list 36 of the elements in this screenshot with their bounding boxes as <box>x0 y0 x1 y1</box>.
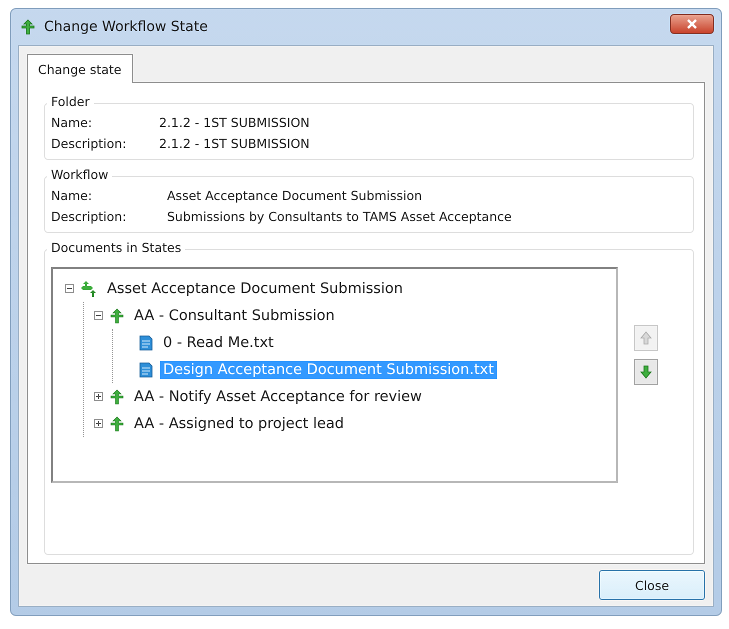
state-icon <box>109 416 125 432</box>
move-down-button[interactable] <box>634 359 658 385</box>
close-icon <box>686 19 698 29</box>
field-value: Submissions by Consultants to TAMS Asset Acceptance <box>167 209 513 224</box>
workflow-icon <box>80 280 98 296</box>
tab[interactable]: Change state <box>27 54 132 83</box>
group-title: Workflow <box>47 167 112 182</box>
group-title: Folder <box>47 94 94 109</box>
tree-view[interactable]: Asset Acceptance Document Submission AA - Consultant Submission 0 - Read Me.txt Design Acceptance Document Submission.txt AA - Notify Asset Acceptance for review AA - Assigned to project lead <box>51 267 618 483</box>
field-label: Description: <box>51 136 128 151</box>
field-value: 2.1.2 - 1ST SUBMISSION <box>159 136 311 151</box>
close-button[interactable] <box>670 14 714 34</box>
tree-item[interactable]: AA - Notify Asset Acceptance for review <box>131 388 425 406</box>
expand-icon[interactable] <box>94 392 103 401</box>
tree-item[interactable]: AA - Assigned to project lead <box>131 414 348 432</box>
field-label: Description: <box>51 209 128 224</box>
close-button[interactable]: Close <box>599 570 705 600</box>
document-icon <box>138 362 154 378</box>
down-arrow-icon <box>639 365 653 379</box>
collapse-icon[interactable] <box>94 311 103 320</box>
collapse-icon[interactable] <box>65 284 74 293</box>
state-icon <box>109 308 125 324</box>
expand-icon[interactable] <box>94 419 103 428</box>
tree-item[interactable]: Asset Acceptance Document Submission <box>104 280 406 298</box>
field-label: Name: <box>51 188 94 203</box>
group-title: Documents in States <box>47 240 186 255</box>
window-title: Change Workflow State <box>44 19 209 35</box>
field-label: Name: <box>51 115 94 130</box>
field-value: Asset Acceptance Document Submission <box>167 188 424 203</box>
state-icon <box>109 388 125 404</box>
field-value: 2.1.2 - 1ST SUBMISSION <box>159 115 311 130</box>
tree-item[interactable]: AA - Consultant Submission <box>131 306 338 324</box>
up-arrow-icon <box>639 331 653 345</box>
tree-item[interactable]: 0 - Read Me.txt <box>160 334 277 352</box>
workflow-icon <box>20 19 36 35</box>
document-icon <box>138 334 154 350</box>
